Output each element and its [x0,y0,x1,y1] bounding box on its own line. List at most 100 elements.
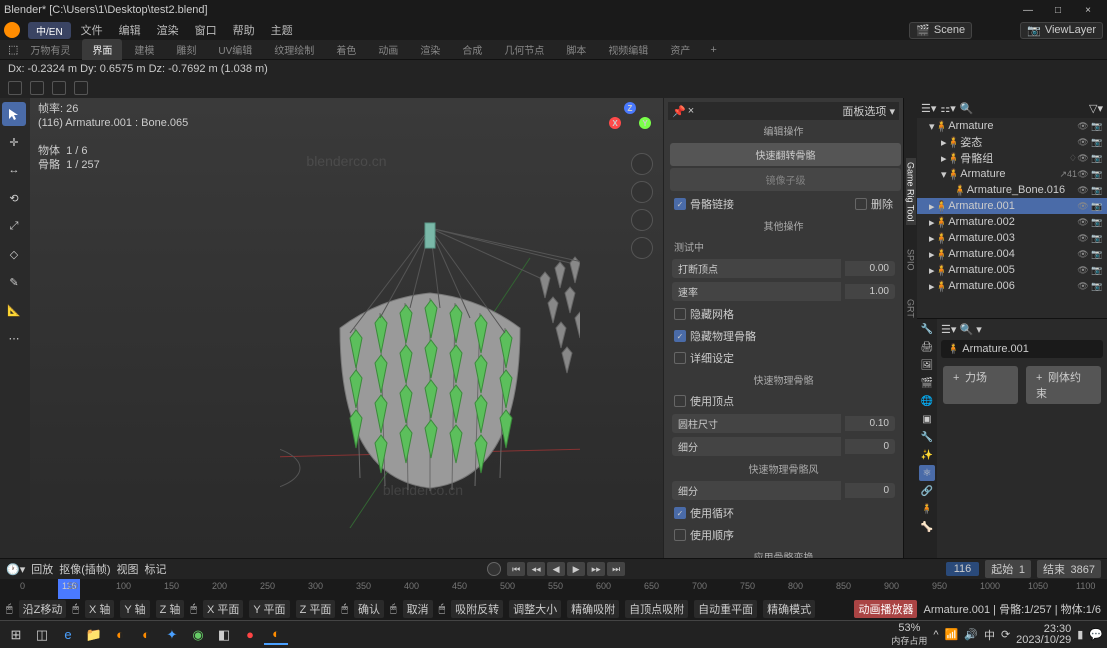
vtab-0[interactable]: Game Rig Tool [906,158,916,225]
autokey-icon[interactable] [487,562,501,576]
tool-scale[interactable]: ⤢ [2,214,26,238]
search-icon[interactable]: 🔍 [960,102,974,115]
overlay-icon[interactable] [30,81,44,95]
btn-forcefield[interactable]: + 力场 [943,366,1018,404]
task-view-icon[interactable]: ◫ [30,625,54,645]
app-icon-3[interactable]: ✦ [160,625,184,645]
zoom-icon[interactable] [631,153,653,175]
pan-icon[interactable] [631,181,653,203]
app-icon-4[interactable]: ◉ [186,625,210,645]
editor-type-icon[interactable]: ⬚ [8,43,18,56]
chk-hide-mesh[interactable] [674,308,686,320]
shading-icon[interactable] [8,81,22,95]
props-dropdown-icon[interactable]: ☰▾ [941,324,956,336]
tool-cursor[interactable]: ✛ [2,130,26,154]
timeline-ruler[interactable]: 116 050100150200250300350400450500550600… [0,579,1107,599]
tab-8[interactable]: 渲染 [410,39,450,60]
prev-key-button[interactable]: ◂◂ [527,562,545,576]
tab-0[interactable]: 万物有灵 [20,39,80,60]
clock[interactable]: 23:302023/10/29 [1016,624,1071,646]
chk-bone-chain[interactable]: ✓ [674,198,686,210]
current-frame[interactable]: 116 [946,562,980,576]
camera-icon[interactable] [631,209,653,231]
axis-y-icon[interactable]: Y [639,117,651,129]
active-object-name[interactable]: 🧍 Armature.001 [941,340,1103,358]
tab-13[interactable]: 资产 [660,39,700,60]
axis-x-icon[interactable]: X [609,117,621,129]
play-rev-button[interactable]: ◀ [547,562,565,576]
ptab-output[interactable]: 🖨 [919,339,935,355]
outliner-row-0[interactable]: ▾ 🧍 Armature👁📷 [917,118,1107,134]
props-options-icon[interactable]: ▾ [976,324,982,336]
app-icon-2[interactable]: ◐ [134,625,158,645]
tool-transform[interactable]: ◇ [2,242,26,266]
timeline-editor-icon[interactable]: 🕐▾ [6,563,25,576]
input-snap[interactable]: 0.00 [845,261,895,276]
outliner-row-9[interactable]: ▸ 🧍 Armature.005👁📷 [917,262,1107,278]
ptab-world[interactable]: 🌐 [919,393,935,409]
btn-rigidbody-constraint[interactable]: + 刚体约束 [1026,366,1101,404]
ptab-scene[interactable]: 🎬 [919,375,935,391]
outliner-row-4[interactable]: 🧍 Armature_Bone.016👁📷 [917,182,1107,198]
tab-7[interactable]: 动画 [368,39,408,60]
ptab-data[interactable]: 🧍 [919,501,935,517]
chk-use-loop[interactable]: ✓ [674,507,686,519]
anim-player-button[interactable]: 动画播放器 [854,600,917,618]
start-button[interactable]: ⊞ [4,625,28,645]
tl-menu-marker[interactable]: 标记 [145,561,167,577]
scene-selector[interactable]: 🎬 Scene [909,22,972,39]
outliner-row-10[interactable]: ▸ 🧍 Armature.006👁📷 [917,278,1107,294]
input-rate[interactable]: 1.00 [845,284,895,299]
tab-12[interactable]: 视频编辑 [598,39,658,60]
snap-icon[interactable] [52,81,66,95]
input-subdiv2[interactable]: 0 [845,483,895,498]
explorer-icon[interactable]: 📁 [82,625,106,645]
app-icon-5[interactable]: ◧ [212,625,236,645]
chk-detail[interactable] [674,352,686,364]
tab-1[interactable]: 界面 [82,39,122,60]
blender-task-icon[interactable]: ◐ [264,625,288,645]
tl-menu-play[interactable]: 回放 [31,561,53,577]
next-key-button[interactable]: ▸▸ [587,562,605,576]
outliner-row-1[interactable]: ▸ 🧍 姿态👁📷 [917,134,1107,150]
ptab-view[interactable]: 🖼 [919,357,935,373]
tab-4[interactable]: UV编辑 [208,39,262,60]
filter-icon[interactable]: ▽▾ [1089,102,1103,115]
outliner-row-2[interactable]: ▸ 🧍 骨骼组♢👁📷 [917,150,1107,166]
tab-3[interactable]: 雕刻 [166,39,206,60]
tray-icon-a[interactable]: ▮ [1077,628,1083,641]
tab-6[interactable]: 着色 [326,39,366,60]
tab-10[interactable]: 几何节点 [494,39,554,60]
nav-gizmo[interactable]: Z X Y [609,102,651,144]
outliner-row-3[interactable]: ▾ 🧍 Armature↗41👁📷 [917,166,1107,182]
menu-theme[interactable]: 主题 [265,20,299,40]
play-button[interactable]: ▶ [567,562,585,576]
panel-close-icon[interactable]: × [688,105,694,118]
ime-icon[interactable]: 中 [984,627,995,643]
pivot-icon[interactable] [74,81,88,95]
vtab-2[interactable]: GRT [906,295,916,322]
menu-window[interactable]: 窗口 [189,20,223,40]
chk-use-vert[interactable] [674,395,686,407]
persp-icon[interactable] [631,237,653,259]
ptab-modifier[interactable]: 🔧 [919,429,935,445]
ptab-object[interactable]: ▣ [919,411,935,427]
sound-icon[interactable]: 🔊 [964,628,978,641]
app-icon-6[interactable]: ● [238,625,262,645]
language-toggle[interactable]: 中/EN [28,22,71,39]
network-icon[interactable]: 📶 [945,628,959,641]
tool-select[interactable] [2,102,26,126]
tray-arrow-icon[interactable]: ^ [933,629,938,641]
btn-mirror-child[interactable]: 镜像子级 [670,168,901,191]
tool-move[interactable]: ↔ [2,158,26,182]
panel-options-dropdown[interactable]: 面板选项 ▾ [842,103,895,119]
outliner-mode-icon[interactable]: ☰▾ [921,102,936,115]
ptab-bone[interactable]: 🦴 [919,519,935,535]
notifications-icon[interactable]: 💬 [1089,628,1103,641]
minimize-button[interactable]: — [1013,1,1043,19]
menu-file[interactable]: 文件 [75,20,109,40]
tool-annotate[interactable]: ✎ [2,270,26,294]
tl-menu-key[interactable]: 抠像(插帧) [59,561,110,577]
maximize-button[interactable]: □ [1043,1,1073,19]
tab-2[interactable]: 建模 [124,39,164,60]
